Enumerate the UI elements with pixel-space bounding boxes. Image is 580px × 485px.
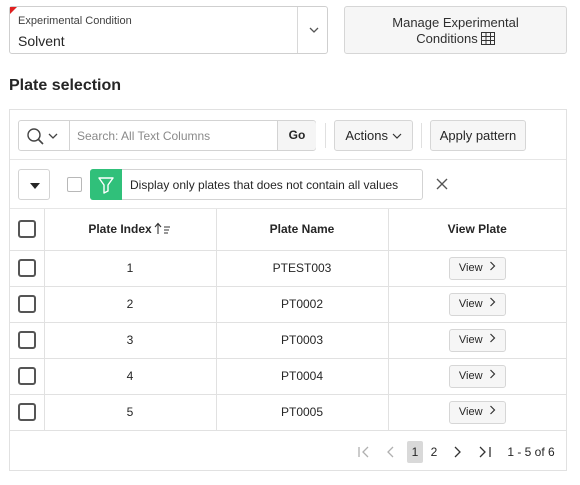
filter-enable-checkbox[interactable] xyxy=(67,177,82,192)
toolbar-divider xyxy=(421,123,422,148)
column-header-view-plate[interactable]: View Plate xyxy=(388,209,566,251)
section-title: Plate selection xyxy=(9,77,122,94)
filter-pill[interactable]: Display only plates that does not contai… xyxy=(90,169,423,200)
select-divider xyxy=(297,7,298,53)
row-select-cell xyxy=(10,358,45,395)
select-all-cell xyxy=(10,209,45,251)
row-select-cell xyxy=(10,286,45,323)
plate-name-cell: PT0002 xyxy=(216,286,389,323)
row-select-checkbox[interactable] xyxy=(17,259,36,277)
row-select-checkbox[interactable] xyxy=(17,295,36,313)
table-row: 5 PT0005 View xyxy=(10,394,566,431)
plate-index-cell: 4 xyxy=(44,358,217,395)
go-button[interactable]: Go xyxy=(277,121,316,150)
table-row: 2 PT0002 View xyxy=(10,286,566,323)
filter-collapse-toggle[interactable] xyxy=(18,169,50,200)
search-input[interactable]: Search: All Text Columns xyxy=(77,129,210,143)
experimental-condition-value: Solvent xyxy=(18,33,65,49)
column-header-label: Plate Index xyxy=(88,222,152,237)
manage-button-line2: Conditions xyxy=(416,31,478,46)
plate-index-cell: 5 xyxy=(44,394,217,431)
chevron-right-icon xyxy=(489,294,496,315)
chevron-right-icon xyxy=(489,258,496,279)
view-plate-cell: View xyxy=(388,286,566,323)
plate-index-cell: 2 xyxy=(44,286,217,323)
plate-report-region: Search: All Text Columns Go Actions Appl… xyxy=(9,109,567,471)
page-1[interactable]: 1 xyxy=(407,441,423,463)
search-divider xyxy=(69,121,70,150)
chevron-right-icon xyxy=(489,366,496,387)
plate-name-cell: PT0003 xyxy=(216,322,389,359)
plate-name-cell: PTEST003 xyxy=(216,250,389,287)
table-body: 1 PTEST003 View 2 PT0002 View 3 PT0003 View 4 PT00… xyxy=(10,250,566,431)
view-label: View xyxy=(458,297,483,310)
filter-icon xyxy=(90,169,122,200)
pagination-summary: 1 - 5 of 6 xyxy=(507,445,555,459)
view-plate-cell: View xyxy=(388,322,566,359)
filter-bar: Display only plates that does not contai… xyxy=(10,160,566,209)
filter-text: Display only plates that does not contai… xyxy=(130,178,399,192)
experimental-condition-select[interactable]: Experimental Condition Solvent xyxy=(9,6,328,54)
manage-experimental-conditions-button[interactable]: Manage Experimental Conditions xyxy=(344,6,567,54)
plate-index-cell: 3 xyxy=(44,322,217,359)
view-plate-button[interactable]: View xyxy=(448,256,506,280)
view-label: View xyxy=(458,333,483,346)
row-select-cell xyxy=(10,394,45,431)
experimental-condition-label: Experimental Condition xyxy=(18,15,132,27)
select-all-checkbox[interactable] xyxy=(17,220,36,239)
plate-name-cell: PT0004 xyxy=(216,358,389,395)
view-label: View xyxy=(458,405,483,418)
chevron-right-icon xyxy=(489,402,496,423)
row-select-checkbox[interactable] xyxy=(17,367,36,385)
toolbar-divider xyxy=(325,123,326,148)
last-page-icon[interactable] xyxy=(475,441,495,463)
search-group: Search: All Text Columns Go xyxy=(18,120,316,151)
report-toolbar: Search: All Text Columns Go Actions Appl… xyxy=(10,110,566,160)
table-row: 3 PT0003 View xyxy=(10,322,566,359)
view-plate-cell: View xyxy=(388,250,566,287)
first-page-icon[interactable] xyxy=(355,441,373,463)
view-plate-button[interactable]: View xyxy=(448,328,506,352)
row-select-checkbox[interactable] xyxy=(17,403,36,421)
actions-label: Actions xyxy=(345,128,388,143)
manage-button-line2-wrap: Conditions xyxy=(345,31,566,47)
plate-name-cell: PT0005 xyxy=(216,394,389,431)
previous-page-icon[interactable] xyxy=(382,441,400,463)
page-2[interactable]: 2 xyxy=(426,441,442,463)
chevron-right-icon xyxy=(489,330,496,351)
required-flag xyxy=(10,7,17,14)
view-label: View xyxy=(458,261,483,274)
plate-index-cell: 1 xyxy=(44,250,217,287)
row-select-cell xyxy=(10,322,45,359)
view-label: View xyxy=(458,369,483,382)
close-icon[interactable] xyxy=(435,177,449,191)
chevron-down-icon[interactable] xyxy=(307,23,321,37)
plates-table: Plate Index Plate Name View Plate 1 PTEST… xyxy=(10,209,566,431)
apply-pattern-button[interactable]: Apply pattern xyxy=(430,120,526,151)
view-plate-button[interactable]: View xyxy=(448,364,506,388)
table-row: 1 PTEST003 View xyxy=(10,250,566,287)
manage-button-line1: Manage Experimental xyxy=(392,15,519,30)
grid-icon xyxy=(480,32,495,45)
table-header-row: Plate Index Plate Name View Plate xyxy=(10,209,566,251)
sort-ascending-icon xyxy=(154,222,170,235)
row-select-cell xyxy=(10,250,45,287)
search-icon[interactable] xyxy=(25,127,65,145)
row-select-checkbox[interactable] xyxy=(17,331,36,349)
column-header-plate-name[interactable]: Plate Name xyxy=(216,209,389,251)
caret-down-icon xyxy=(30,183,40,189)
pagination: 1 2 1 - 5 of 6 xyxy=(10,431,566,471)
view-plate-cell: View xyxy=(388,358,566,395)
view-plate-button[interactable]: View xyxy=(448,400,506,424)
chevron-down-icon xyxy=(392,133,402,139)
actions-button[interactable]: Actions xyxy=(334,120,413,151)
view-plate-button[interactable]: View xyxy=(448,292,506,316)
column-header-plate-index[interactable]: Plate Index xyxy=(44,209,217,251)
table-row: 4 PT0004 View xyxy=(10,358,566,395)
view-plate-cell: View xyxy=(388,394,566,431)
next-page-icon[interactable] xyxy=(448,441,466,463)
